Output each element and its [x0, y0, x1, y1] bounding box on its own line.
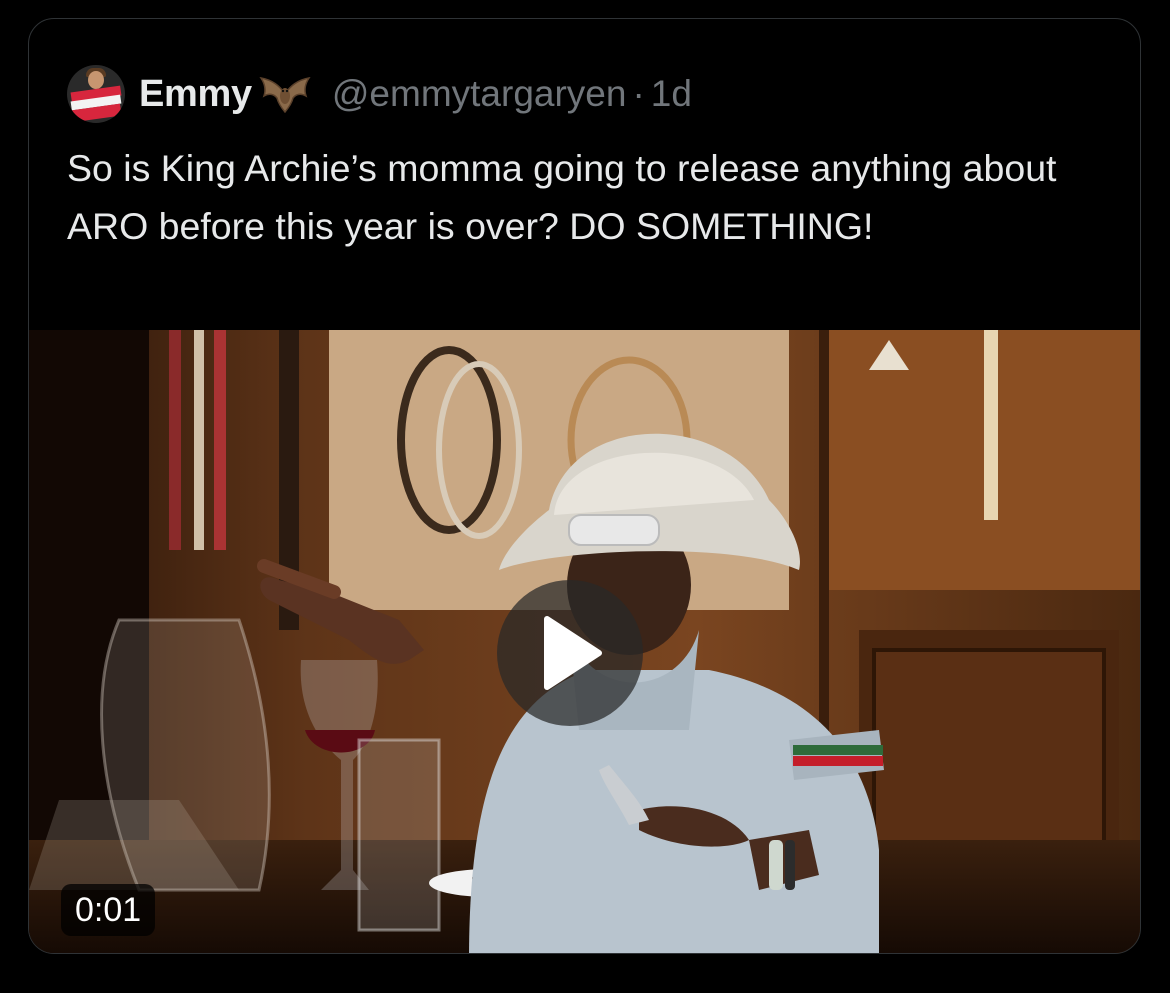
author-name[interactable]: Emmy — [139, 73, 252, 116]
separator-dot: · — [632, 73, 645, 114]
author-handle[interactable]: @emmytargaryen — [332, 73, 627, 115]
tweet-text: So is King Archie’s momma going to relea… — [67, 147, 1057, 247]
avatar[interactable] — [67, 65, 125, 123]
play-icon — [544, 616, 602, 690]
play-button[interactable] — [497, 580, 643, 726]
quoted-tweet-card[interactable]: Emmy @emmytargaryen · 1d So is King Arch… — [28, 18, 1141, 954]
tweet-header: Emmy @emmytargaryen · 1d — [67, 65, 692, 123]
video-player[interactable]: 0:01 — [29, 330, 1140, 953]
video-duration: 0:01 — [61, 884, 156, 936]
timestamp-link[interactable]: 1d — [651, 73, 692, 115]
bat-icon — [258, 72, 312, 116]
